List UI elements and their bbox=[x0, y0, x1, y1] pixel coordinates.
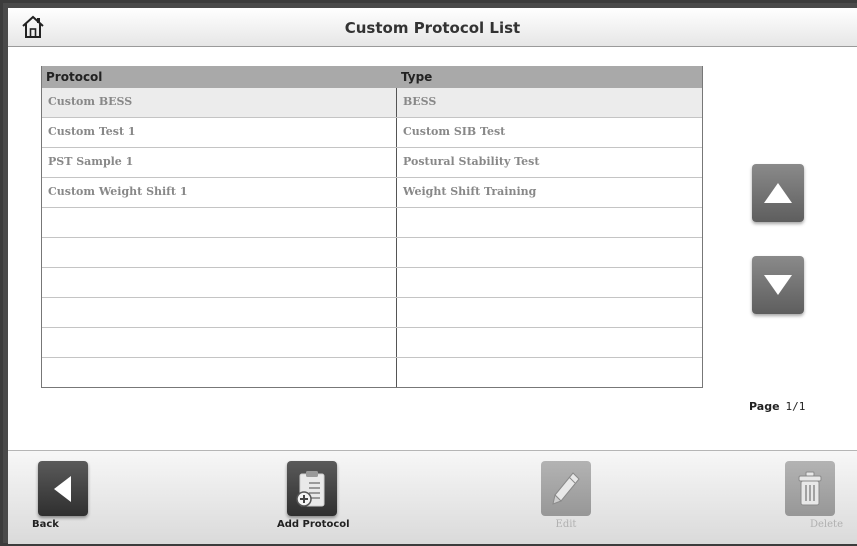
page-title: Custom Protocol List bbox=[344, 19, 521, 37]
protocol-table: Protocol Type Custom BESS BESS Custom Te… bbox=[41, 66, 703, 388]
table-header: Protocol Type bbox=[42, 66, 702, 88]
delete-button[interactable]: Delete bbox=[775, 461, 845, 530]
up-arrow-icon bbox=[764, 183, 792, 203]
cell-protocol: Custom Weight Shift 1 bbox=[42, 178, 397, 207]
column-header-protocol[interactable]: Protocol bbox=[42, 66, 397, 88]
table-row[interactable] bbox=[42, 208, 702, 238]
add-protocol-tile[interactable] bbox=[287, 461, 337, 516]
cell-type bbox=[397, 358, 702, 387]
scroll-down-button[interactable] bbox=[752, 256, 804, 314]
cell-type bbox=[397, 328, 702, 357]
back-label: Back bbox=[32, 519, 59, 530]
add-protocol-label: Add Protocol bbox=[277, 519, 350, 530]
cell-type bbox=[397, 208, 702, 237]
edit-button[interactable]: Edit bbox=[531, 461, 601, 530]
table-row[interactable] bbox=[42, 268, 702, 298]
cell-protocol bbox=[42, 358, 397, 387]
home-icon bbox=[22, 15, 44, 38]
back-arrow-icon bbox=[54, 475, 71, 502]
delete-tile[interactable] bbox=[785, 461, 835, 516]
title-bar: Custom Protocol List bbox=[8, 8, 857, 47]
edit-tile[interactable] bbox=[541, 461, 591, 516]
table-row[interactable]: Custom BESS BESS bbox=[42, 88, 702, 118]
delete-label: Delete bbox=[810, 519, 843, 530]
home-button[interactable] bbox=[18, 12, 48, 42]
add-protocol-button[interactable]: Add Protocol bbox=[277, 461, 350, 530]
back-button-tile[interactable] bbox=[38, 461, 88, 516]
cell-type: Postural Stability Test bbox=[403, 155, 540, 168]
cell-type bbox=[397, 238, 702, 267]
cell-protocol: PST Sample 1 bbox=[42, 148, 397, 177]
table-row[interactable]: Custom Weight Shift 1 Weight Shift Train… bbox=[42, 178, 702, 208]
table-row[interactable] bbox=[42, 298, 702, 328]
pencil-icon bbox=[552, 471, 580, 505]
cell-type: Weight Shift Training bbox=[403, 185, 537, 198]
bottom-toolbar: Back Add Protocol Edit Delete bbox=[8, 450, 857, 544]
trash-icon bbox=[798, 471, 822, 505]
cell-protocol: Custom BESS bbox=[42, 88, 397, 117]
cell-protocol: Custom Test 1 bbox=[42, 118, 397, 147]
table-row[interactable]: PST Sample 1 Postural Stability Test bbox=[42, 148, 702, 178]
table-row[interactable] bbox=[42, 358, 702, 387]
scroll-up-button[interactable] bbox=[752, 164, 804, 222]
cell-type bbox=[397, 298, 702, 327]
edit-label: Edit bbox=[555, 519, 577, 530]
cell-protocol bbox=[42, 238, 397, 267]
cell-type bbox=[397, 268, 702, 297]
page-label: Page bbox=[749, 400, 780, 413]
table-row[interactable]: Custom Test 1 Custom SIB Test bbox=[42, 118, 702, 148]
cell-protocol bbox=[42, 328, 397, 357]
cell-type: BESS bbox=[403, 95, 437, 108]
page-indicator: Page 1/1 bbox=[749, 400, 805, 413]
back-button[interactable]: Back bbox=[28, 461, 98, 530]
page-number: 1/1 bbox=[785, 400, 806, 413]
down-arrow-icon bbox=[764, 275, 792, 295]
cell-type: Custom SIB Test bbox=[403, 125, 506, 138]
table-row[interactable] bbox=[42, 238, 702, 268]
clipboard-add-icon bbox=[296, 470, 325, 507]
table-row[interactable] bbox=[42, 328, 702, 358]
main-panel: Protocol Type Custom BESS BESS Custom Te… bbox=[8, 47, 857, 450]
cell-protocol bbox=[42, 268, 397, 297]
column-header-type[interactable]: Type bbox=[397, 66, 702, 88]
cell-protocol bbox=[42, 298, 397, 327]
cell-protocol bbox=[42, 208, 397, 237]
